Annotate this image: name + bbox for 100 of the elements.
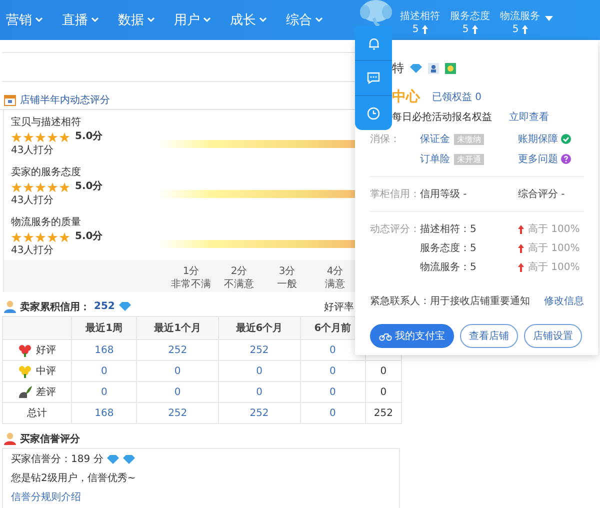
action-button[interactable]: 查看店铺 (460, 324, 518, 348)
nav-menu[interactable]: 成长 (230, 11, 267, 29)
star-icon (35, 132, 46, 142)
deposit-link[interactable]: 订单险 (420, 152, 450, 166)
star-icon (47, 132, 58, 142)
table-cell: 168 (72, 340, 137, 360)
table-cell: 0 (365, 382, 402, 402)
stat-value: 5 (462, 23, 469, 36)
star-icon (35, 232, 46, 242)
diamond-icon (410, 64, 422, 72)
scale-label: 满意 (324, 278, 346, 291)
contact-text: 紧急联系人：用于接收店铺重要通知 (370, 294, 530, 308)
star-icon (59, 232, 70, 242)
clock-icon[interactable] (367, 106, 380, 120)
nav-menu[interactable]: 直播 (62, 11, 99, 29)
rules-link[interactable]: 信誉分规则介绍 (11, 492, 81, 503)
scale-label: 非常不满 (170, 278, 212, 291)
rating-count: 43人打分 (11, 195, 55, 207)
table-cell: 0 (365, 360, 402, 382)
table-cell: 252 (136, 340, 218, 360)
plant-icon (18, 386, 32, 398)
calendar-icon (4, 94, 16, 106)
check-icon (561, 134, 571, 144)
star-icon (11, 182, 22, 192)
message-icon[interactable] (367, 72, 380, 84)
edit-link[interactable]: 修改信息 (544, 294, 584, 308)
badge-icon (445, 62, 456, 74)
up-arrow-icon (518, 262, 524, 272)
star-icon (59, 182, 70, 192)
person-badge-icon (428, 62, 439, 74)
nav-menu[interactable]: 数据 (118, 11, 155, 29)
star-icon (23, 232, 34, 242)
help-icon (561, 154, 571, 164)
star-icon (11, 132, 22, 142)
diamond-icon (118, 302, 131, 311)
up-arrow-icon (518, 244, 524, 252)
dynamic-score: 物流服务：5 (420, 260, 478, 274)
action-button[interactable]: 我的支付宝 (370, 324, 454, 348)
scale-score: 3分 (278, 265, 296, 278)
credit-message: 您是钻2级用户，信誉优秀~ (11, 473, 137, 484)
scale-score: 4分 (326, 265, 344, 278)
comparison-text: 高于 100% (528, 242, 580, 255)
star-icon (47, 232, 58, 242)
rating-score: 5.0分 (75, 181, 103, 193)
scale-label: 不满意 (223, 278, 255, 291)
view-link[interactable]: 立即查看 (509, 110, 549, 124)
field-label: 动态评分： (370, 222, 420, 236)
rating-label: 物流服务的质量 (11, 217, 82, 229)
good-rate-label: 好评率 (324, 300, 354, 314)
dynamic-score: 描述相符：5 (420, 222, 478, 236)
comparison-text: 高于 100% (528, 260, 580, 274)
rating-label: 卖家的服务态度 (11, 167, 82, 179)
help-link[interactable]: 更多问题 (518, 152, 558, 166)
row-label: 差评 (36, 386, 56, 399)
up-arrow-icon (518, 224, 524, 234)
chevron-down-icon (147, 17, 155, 23)
overall-score: 综合评分 - (518, 188, 566, 201)
up-arrow-icon (422, 25, 428, 34)
stat-value: 5 (512, 23, 519, 36)
action-button[interactable]: 店铺设置 (524, 324, 582, 348)
table-cell: 0 (72, 360, 137, 382)
diamond-icon (107, 455, 120, 464)
rating-score: 5.0分 (75, 231, 103, 243)
table-cell: 168 (72, 402, 137, 424)
table-cell: 0 (136, 382, 218, 402)
star-icon (59, 132, 70, 142)
nav-menu[interactable]: 用户 (174, 11, 211, 29)
chevron-down-icon (35, 17, 43, 23)
table-cell: 0 (300, 360, 366, 382)
credit-level: 信用等级 - (420, 188, 468, 201)
promo-text: 每日必抢活动报名权益 (392, 110, 492, 124)
stat-value: 5 (412, 23, 419, 36)
field-label: 掌柜信用： (370, 188, 420, 201)
avatar-icon[interactable] (359, 0, 393, 28)
shop-name: 特 (392, 60, 404, 76)
credit-score: 252 (94, 301, 115, 312)
claimed-link[interactable]: 已领权益 0 (432, 90, 482, 104)
rating-label: 宝贝与描述相符 (11, 117, 82, 129)
nav-menu[interactable]: 营销 (6, 11, 43, 29)
table-cell: 0 (218, 360, 300, 382)
caret-icon[interactable] (545, 16, 553, 22)
table-cell: 0 (300, 382, 366, 402)
nav-menu[interactable]: 综合 (286, 11, 323, 29)
star-icon (23, 132, 34, 142)
star-icon (23, 182, 34, 192)
bell-icon[interactable] (368, 36, 380, 50)
chevron-down-icon (203, 17, 211, 23)
guarantee-link[interactable]: 账期保障 (518, 132, 558, 146)
section-title: 买家信誉评分 (20, 432, 80, 446)
row-label: 好评 (36, 344, 56, 357)
diamond-icon (123, 455, 136, 464)
row-label: 中评 (36, 364, 56, 378)
table-cell: 252 (365, 402, 402, 424)
deposit-link[interactable]: 保证金 (420, 132, 450, 146)
table-cell: 0 (218, 382, 300, 402)
section-title: 店铺半年内动态评分 (20, 94, 110, 106)
row-label: 总计 (27, 406, 47, 420)
table-cell: 0 (136, 360, 218, 382)
section-title: 卖家累积信用： (20, 300, 90, 314)
comparison-text: 高于 100% (528, 222, 580, 236)
